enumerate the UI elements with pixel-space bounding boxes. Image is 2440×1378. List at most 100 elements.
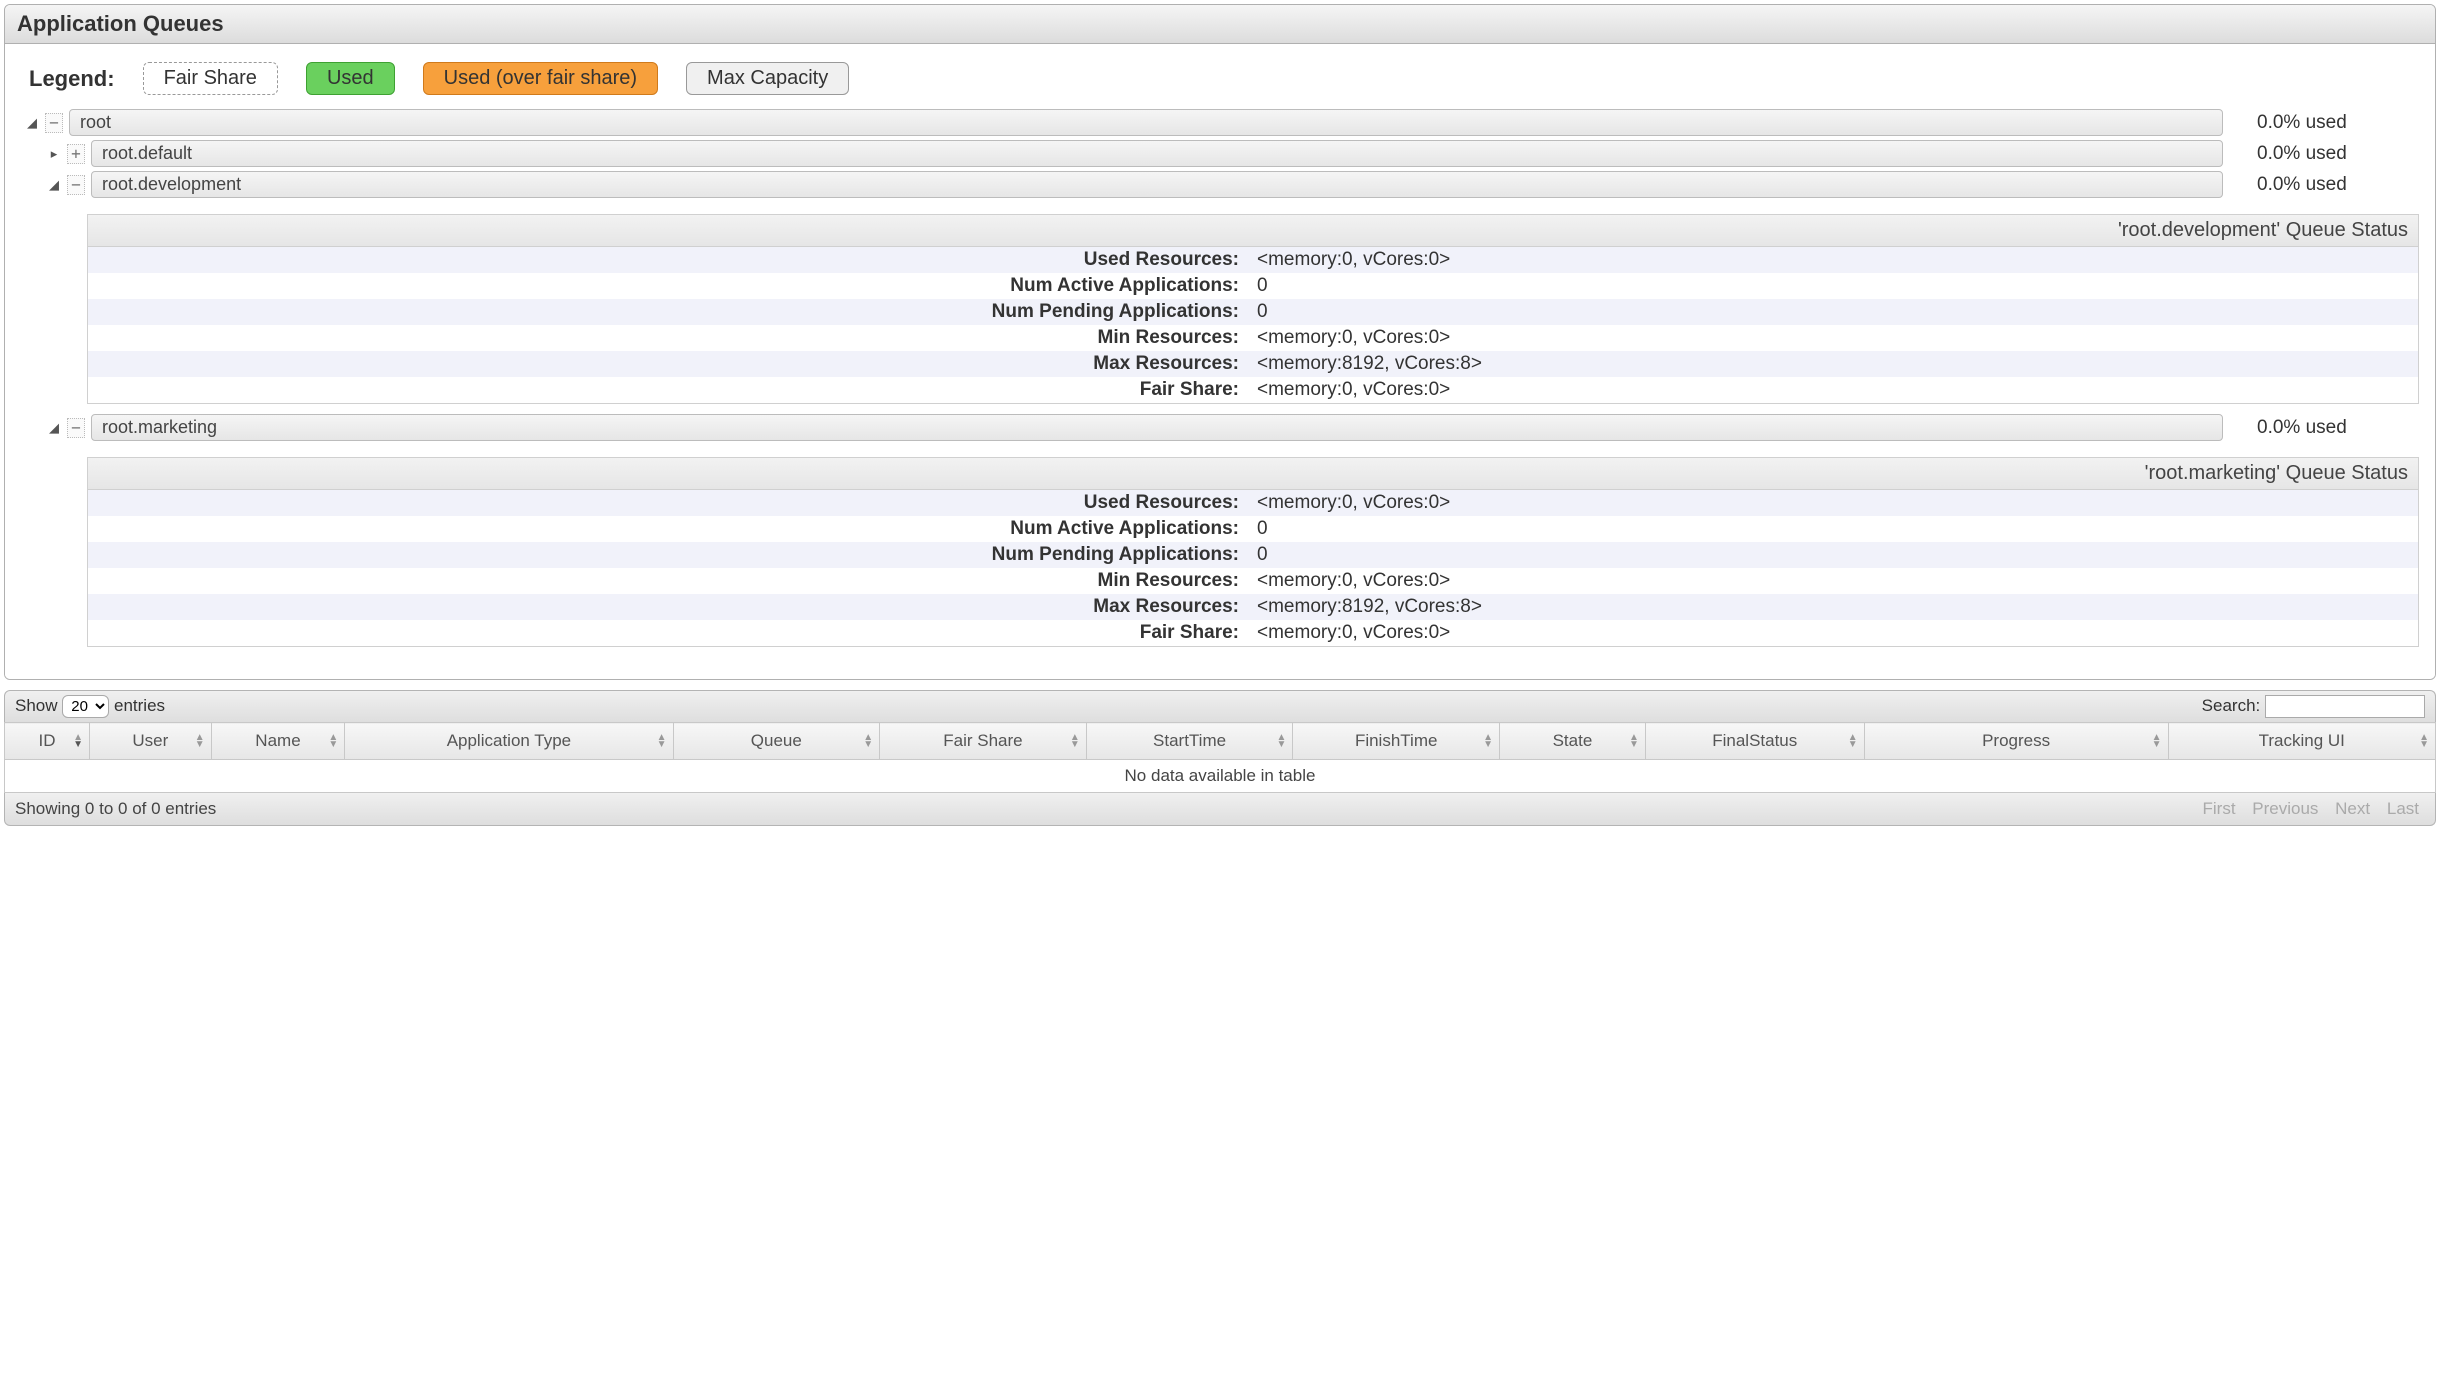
sort-icon: ▲▼ [1070,734,1080,748]
legend-max-capacity: Max Capacity [686,62,849,95]
status-row: Max Resources:<memory:8192, vCores:8> [88,594,2418,620]
col-finalstatus[interactable]: FinalStatus▲▼ [1645,723,1864,760]
status-value: <memory:0, vCores:0> [1253,325,2418,351]
search-control: Search: [2202,695,2425,718]
queue-bar-root-default[interactable]: root.default [91,140,2223,167]
applications-table-container: Show 20 entries Search: ID▲▼ User▲▼ Name… [4,690,2436,826]
col-starttime[interactable]: StartTime▲▼ [1086,723,1293,760]
panel-title: Application Queues [5,5,2435,44]
col-state[interactable]: State▲▼ [1500,723,1646,760]
queue-used-root-marketing: 0.0% used [2229,417,2419,439]
pager-previous[interactable]: Previous [2246,799,2324,818]
collapse-toggle-icon[interactable]: ◢ [47,420,61,436]
sort-icon: ▲▼ [657,734,667,748]
collapse-toggle-icon[interactable]: ◢ [47,177,61,193]
status-key: Used Resources: [88,247,1253,273]
sort-icon: ▲▼ [73,734,83,748]
status-row: Fair Share:<memory:0, vCores:0> [88,620,2418,646]
status-panel-title: 'root.marketing' Queue Status [88,458,2418,490]
drag-handle-icon[interactable]: − [67,418,85,438]
datatable-toolbar: Show 20 entries Search: [4,690,2436,722]
status-value: <memory:8192, vCores:8> [1253,594,2418,620]
show-label-post: entries [114,696,165,715]
sort-icon: ▲▼ [2152,734,2162,748]
entries-select[interactable]: 20 [62,695,109,718]
col-id[interactable]: ID▲▼ [5,723,90,760]
status-key: Max Resources: [88,594,1253,620]
queue-used-root: 0.0% used [2229,112,2419,134]
table-header-row: ID▲▼ User▲▼ Name▲▼ Application Type▲▼ Qu… [5,723,2436,760]
col-user[interactable]: User▲▼ [90,723,212,760]
tree-row-root-development: ◢ − root.development 0.0% used [47,171,2419,198]
sort-icon: ▲▼ [1629,734,1639,748]
sort-icon: ▲▼ [1848,734,1858,748]
status-value: <memory:0, vCores:0> [1253,620,2418,646]
status-row: Num Active Applications:0 [88,273,2418,299]
sort-icon: ▲▼ [2419,734,2429,748]
pager-first[interactable]: First [2197,799,2242,818]
status-key: Fair Share: [88,377,1253,403]
status-key: Min Resources: [88,568,1253,594]
status-value: <memory:0, vCores:0> [1253,568,2418,594]
status-row: Num Pending Applications:0 [88,299,2418,325]
col-progress[interactable]: Progress▲▼ [1864,723,2168,760]
table-info: Showing 0 to 0 of 0 entries [15,799,216,819]
drag-handle-icon[interactable]: − [45,113,63,133]
status-key: Num Active Applications: [88,273,1253,299]
show-label-pre: Show [15,696,58,715]
drag-handle-icon[interactable]: − [67,175,85,195]
panel-body: Legend: Fair Share Used Used (over fair … [5,44,2435,679]
status-row: Used Resources:<memory:0, vCores:0> [88,490,2418,516]
status-row: Min Resources:<memory:0, vCores:0> [88,568,2418,594]
status-value: <memory:8192, vCores:8> [1253,351,2418,377]
col-tracking-ui[interactable]: Tracking UI▲▼ [2168,723,2435,760]
status-row: Max Resources:<memory:8192, vCores:8> [88,351,2418,377]
sort-icon: ▲▼ [1276,734,1286,748]
tree-row-root: ◢ − root 0.0% used [25,109,2419,136]
datatable-footer: Showing 0 to 0 of 0 entries First Previo… [4,793,2436,826]
search-label: Search: [2202,696,2261,715]
status-key: Num Pending Applications: [88,299,1253,325]
tree-row-root-marketing: ◢ − root.marketing 0.0% used [47,414,2419,441]
application-queues-panel: Application Queues Legend: Fair Share Us… [4,4,2436,680]
status-value: 0 [1253,299,2418,325]
legend-label: Legend: [29,66,115,92]
col-finishtime[interactable]: FinishTime▲▼ [1293,723,1500,760]
queue-used-root-development: 0.0% used [2229,174,2419,196]
status-value: <memory:0, vCores:0> [1253,377,2418,403]
pager: First Previous Next Last [2197,799,2426,819]
sort-icon: ▲▼ [195,734,205,748]
legend-fair-share: Fair Share [143,62,278,95]
no-data-cell: No data available in table [5,760,2436,793]
col-fair-share[interactable]: Fair Share▲▼ [880,723,1087,760]
status-key: Max Resources: [88,351,1253,377]
col-queue[interactable]: Queue▲▼ [673,723,880,760]
expand-toggle-icon[interactable]: ▸ [47,146,61,162]
col-name[interactable]: Name▲▼ [211,723,345,760]
sort-icon: ▲▼ [328,734,338,748]
pager-next[interactable]: Next [2329,799,2376,818]
drag-handle-icon[interactable]: + [67,144,85,164]
status-value: <memory:0, vCores:0> [1253,247,2418,273]
legend-used: Used [306,62,395,95]
tree-children: ▸ + root.default 0.0% used ◢ − root.deve… [47,140,2419,647]
queue-bar-root-marketing[interactable]: root.marketing [91,414,2223,441]
status-value: 0 [1253,542,2418,568]
status-row: Min Resources:<memory:0, vCores:0> [88,325,2418,351]
search-input[interactable] [2265,695,2425,718]
status-key: Used Resources: [88,490,1253,516]
status-key: Num Active Applications: [88,516,1253,542]
status-key: Min Resources: [88,325,1253,351]
status-panel-title: 'root.development' Queue Status [88,215,2418,247]
pager-last[interactable]: Last [2381,799,2425,818]
status-panel-marketing: 'root.marketing' Queue Status Used Resou… [87,457,2419,647]
queue-bar-root[interactable]: root [69,109,2223,136]
collapse-toggle-icon[interactable]: ◢ [25,115,39,131]
status-value: <memory:0, vCores:0> [1253,490,2418,516]
col-application-type[interactable]: Application Type▲▼ [345,723,673,760]
queue-used-root-default: 0.0% used [2229,143,2419,165]
status-row: Num Active Applications:0 [88,516,2418,542]
status-key: Num Pending Applications: [88,542,1253,568]
status-row: Fair Share:<memory:0, vCores:0> [88,377,2418,403]
queue-bar-root-development[interactable]: root.development [91,171,2223,198]
